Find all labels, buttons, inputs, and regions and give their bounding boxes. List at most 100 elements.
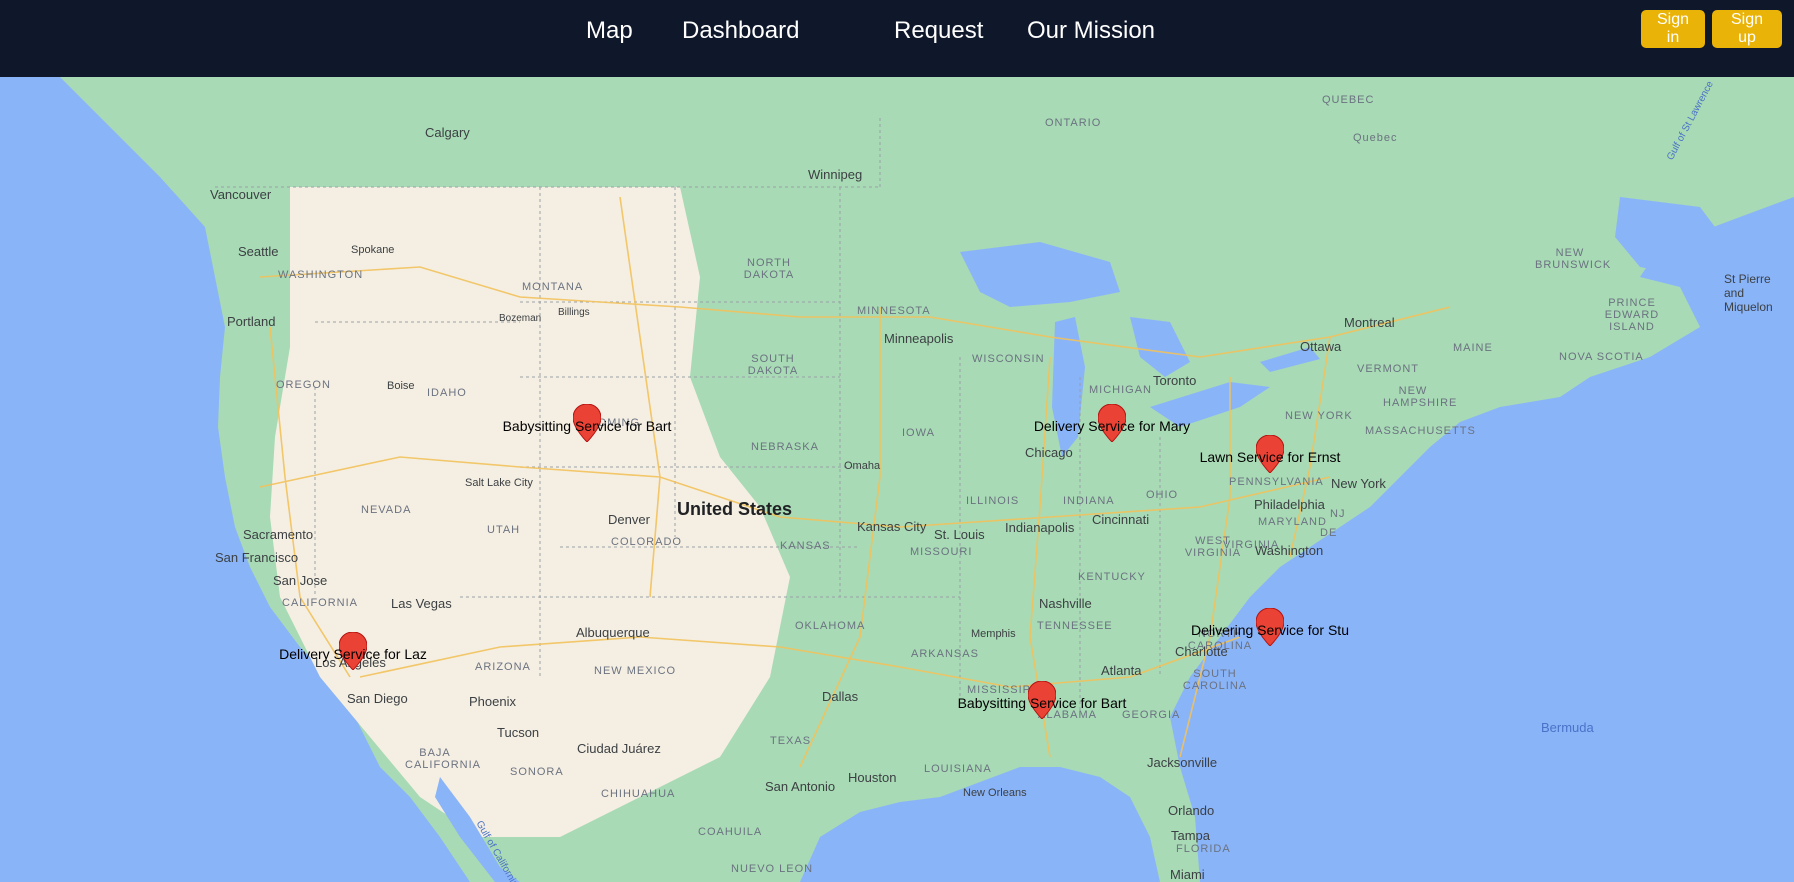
map-view[interactable]: United States Calgary Vancouver Seattle … <box>0 77 1794 882</box>
map-marker-label: Lawn Service for Ernst <box>1199 449 1341 465</box>
map-label-state: INDIANA <box>1063 495 1115 507</box>
map-label-city: Omaha <box>844 460 881 472</box>
map-marker-label: Babysitting Service for Bart <box>957 695 1127 711</box>
map-label-state: MINNESOTA <box>857 305 931 317</box>
map-label-state: NEW BRUNSWICK <box>1535 247 1612 271</box>
map-label-city: Miami <box>1170 867 1205 882</box>
nav-link-dashboard[interactable]: Dashboard <box>682 17 799 45</box>
map-label-city: Seattle <box>238 244 279 259</box>
map-marker-label: Delivery Service for Laz <box>279 646 427 662</box>
map-label-state: BAJA CALIFORNIA <box>405 747 482 771</box>
map-label-state: MICHIGAN <box>1089 384 1152 396</box>
map-label-state: NEW MEXICO <box>594 665 677 677</box>
map-label-city: Las Vegas <box>391 596 452 611</box>
map-label-state: SOUTH CAROLINA <box>1182 668 1248 692</box>
map-label-state: KANSAS <box>780 540 831 552</box>
map-label-state: IDAHO <box>427 387 467 399</box>
map-label-state: COLORADO <box>611 536 682 548</box>
map-label-state: OKLAHOMA <box>795 620 866 632</box>
map-marker-label: Babysitting Service for Bart <box>502 418 672 434</box>
map-label-state: VERMONT <box>1357 363 1419 375</box>
map-label-state: PENNSYLVANIA <box>1229 476 1324 488</box>
map-label-state: SONORA <box>510 766 564 778</box>
map-label-state: LOUISIANA <box>924 763 992 775</box>
map-label-city: Jacksonville <box>1147 755 1218 770</box>
map-label-state: MAINE <box>1453 342 1493 354</box>
map-label-city: Bozeman <box>499 313 542 324</box>
map-label-state: IOWA <box>902 427 935 439</box>
map-label-city: Phoenix <box>469 694 516 709</box>
map-label-city: Philadelphia <box>1254 497 1325 512</box>
map-label-city: Dallas <box>822 689 859 704</box>
map-label-state: TEXAS <box>770 735 812 747</box>
map-label-state: ARIZONA <box>475 661 531 673</box>
nav-link-our-mission[interactable]: Our Mission <box>1027 17 1155 45</box>
map-label-state: NEBRASKA <box>751 441 819 453</box>
map-label-state: ILLINOIS <box>966 495 1020 507</box>
map-label-city: Vancouver <box>210 187 272 202</box>
map-label-state: MASSACHUSETTS <box>1365 425 1476 437</box>
map-label-state: NUEVO LEON <box>731 863 814 875</box>
map-label-city: Quebec <box>1353 132 1398 144</box>
map-label-state: WISCONSIN <box>972 353 1045 365</box>
map-label-city: Memphis <box>971 628 1016 640</box>
map-label-city: Cincinnati <box>1092 512 1150 527</box>
map-label-city: Portland <box>227 314 276 329</box>
map-label-state: QUEBEC <box>1322 94 1375 106</box>
map-label-state: NJ <box>1330 508 1346 520</box>
map-label-country: United States <box>677 499 793 519</box>
map-label-city: Minneapolis <box>884 331 954 346</box>
map-label-state: COAHUILA <box>698 826 763 838</box>
map-label-city: Houston <box>848 770 897 785</box>
map-label-state: ONTARIO <box>1045 117 1102 129</box>
map-label-city: San Diego <box>347 691 408 706</box>
map-label-city: Kansas City <box>857 519 927 534</box>
map-label-state: OHIO <box>1146 489 1179 501</box>
map-label-city: New York <box>1331 476 1386 491</box>
map-marker-label: Delivery Service for Mary <box>1033 418 1191 434</box>
map-label-city: Denver <box>608 512 650 527</box>
map-label-state: NORTH DAKOTA <box>743 257 795 281</box>
map-label-city: Boise <box>387 380 415 392</box>
map-marker-label: Delivering Service for Stu <box>1191 622 1349 638</box>
map-label-state: MONTANA <box>522 281 584 293</box>
map-label-city: Orlando <box>1168 803 1215 818</box>
map-label-city: Indianapolis <box>1005 520 1075 535</box>
map-label-city: Chicago <box>1025 445 1073 460</box>
map-label-state: WASHINGTON <box>278 269 364 281</box>
map-label-state: GEORGIA <box>1122 709 1181 721</box>
map-label-state: DE <box>1320 527 1338 539</box>
map-label-city: San Francisco <box>215 550 299 565</box>
map-label-city: Sacramento <box>243 527 314 542</box>
map-label-city: Winnipeg <box>808 167 863 182</box>
map-label-city: Tucson <box>497 725 540 740</box>
map-label-state: MISSOURI <box>910 546 973 558</box>
map-label-city: New Orleans <box>963 787 1027 799</box>
map-label-city: San Antonio <box>765 779 836 794</box>
top-navbar: Map Dashboard Request Our Mission Sign i… <box>0 0 1794 77</box>
nav-link-request[interactable]: Request <box>894 17 983 45</box>
map-label-city: Tampa <box>1171 828 1211 843</box>
map-label-city: Calgary <box>425 125 470 140</box>
map-label-city: Montreal <box>1344 315 1395 330</box>
map-label-city: Albuquerque <box>576 625 650 640</box>
map-label-state: OREGON <box>276 379 331 391</box>
map-label-city: Billings <box>558 307 590 318</box>
nav-link-map[interactable]: Map <box>586 17 633 45</box>
map-label-city: Spokane <box>351 244 395 256</box>
map-label-city: Ottawa <box>1300 339 1342 354</box>
sign-in-button[interactable]: Sign in <box>1641 10 1705 48</box>
sign-up-button[interactable]: Sign up <box>1712 10 1782 48</box>
map-label-state: NEW YORK <box>1285 410 1353 422</box>
map-label-state: VIRGINIA <box>1223 539 1280 551</box>
map-label-state: NEVADA <box>361 504 412 516</box>
map-label-city: San Jose <box>273 573 328 588</box>
map-label-city: Toronto <box>1153 373 1197 388</box>
map-label-state: SOUTH DAKOTA <box>747 353 799 377</box>
map-label-city: St. Louis <box>934 527 985 542</box>
map-label-state: FLORIDA <box>1176 843 1231 855</box>
map-label-state: CALIFORNIA <box>282 597 359 609</box>
map-label-state: TENNESSEE <box>1037 620 1113 632</box>
map-label-state: PRINCE EDWARD ISLAND <box>1604 297 1660 333</box>
map-label-state: MARYLAND <box>1258 516 1327 528</box>
